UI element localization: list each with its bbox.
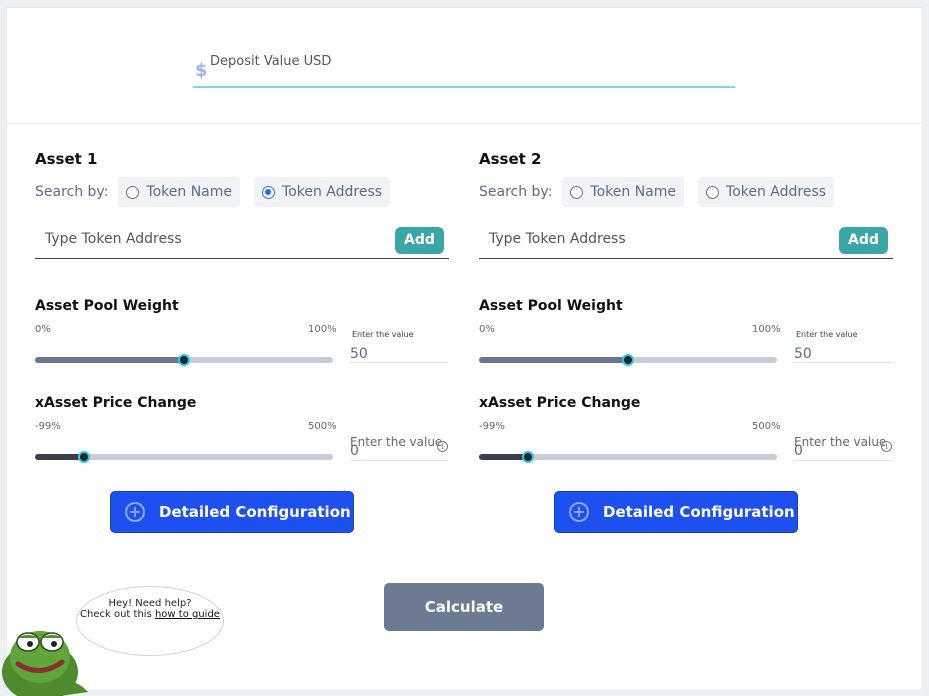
slider-handle[interactable] [178,354,190,366]
pool-weight-value[interactable]: 50 [350,346,368,362]
price-change-value-field[interactable]: Enter the value 0 i [794,433,892,461]
slider-max-label: 500% [308,421,337,432]
search-by-label: Search by: [479,184,553,200]
value-hint: Enter the value [796,330,858,339]
slider-max-label: 100% [308,324,337,335]
slider-max-label: 100% [752,324,781,335]
how-to-guide-link[interactable]: how to guide [155,609,220,620]
section-divider [6,123,923,124]
frog-mascot-icon[interactable] [0,612,95,696]
search-by-label: Search by: [35,184,109,200]
asset-title: Asset 1 [35,150,98,168]
radio-token-name[interactable]: Token Name [562,177,685,207]
radio-button[interactable] [570,185,584,199]
slider-min-label: 0% [479,324,495,335]
asset-2-panel: Asset 2 Search by: Token Name Token Addr… [479,140,899,540]
plus-circle-icon: + [569,502,589,522]
radio-button[interactable] [126,185,140,199]
radio-label: Token Address [726,184,827,200]
info-icon[interactable]: i [437,441,448,452]
token-address-field[interactable]: Type Token Address Add [35,224,449,259]
detail-button-label: Detailed Configuration [159,503,351,521]
slider-min-label: -99% [479,421,505,432]
token-address-field[interactable]: Type Token Address Add [479,224,893,259]
slider-fill [479,357,628,363]
slider-fill [35,454,84,460]
add-button[interactable]: Add [839,227,888,254]
calculate-button[interactable]: Calculate [384,583,544,631]
asset-1-panel: Asset 1 Search by: Token Name Token Addr… [35,140,455,540]
price-change-value[interactable]: 0 [794,443,803,459]
pool-weight-title: Asset Pool Weight [35,298,179,314]
deposit-field[interactable]: $ Deposit Value USD [193,50,735,88]
plus-circle-icon: + [125,502,145,522]
token-address-input[interactable]: Type Token Address [489,231,626,247]
radio-button[interactable] [706,185,720,199]
pool-weight-slider[interactable] [479,354,777,366]
asset-title: Asset 2 [479,150,542,168]
token-address-input[interactable]: Type Token Address [45,231,182,247]
pool-weight-value[interactable]: 50 [794,346,812,362]
radio-label: Token Name [590,184,677,200]
price-change-slider[interactable] [35,451,333,463]
pool-weight-slider[interactable] [35,354,333,366]
help-line2: Check out this how to guide [77,609,223,620]
price-change-value[interactable]: 0 [350,443,359,459]
radio-token-address[interactable]: Token Address [698,177,835,207]
slider-fill [479,454,528,460]
dollar-icon: $ [195,60,208,81]
radio-token-name[interactable]: Token Name [118,177,241,207]
slider-max-label: 500% [752,421,781,432]
detailed-configuration-button[interactable]: + Detailed Configuration [554,491,798,533]
detailed-configuration-button[interactable]: + Detailed Configuration [110,491,354,533]
slider-fill [35,357,184,363]
value-hint: Enter the value [350,435,443,449]
slider-handle[interactable] [78,451,90,463]
search-by-row: Search by: Token Name Token Address [35,177,404,207]
deposit-input[interactable]: Deposit Value USD [210,54,331,69]
add-button[interactable]: Add [395,227,444,254]
slider-handle[interactable] [622,354,634,366]
price-change-value-field[interactable]: Enter the value 0 i [350,433,448,461]
slider-handle[interactable] [522,451,534,463]
price-change-title: xAsset Price Change [35,395,197,411]
radio-label: Token Address [282,184,383,200]
pool-weight-value-field[interactable]: Enter the value 50 [794,328,892,363]
value-hint: Enter the value [352,330,414,339]
help-bubble: Hey! Need help? Check out this how to gu… [76,586,224,656]
slider-min-label: -99% [35,421,61,432]
help-line1: Hey! Need help? [108,598,192,609]
detail-button-label: Detailed Configuration [603,503,795,521]
pool-weight-value-field[interactable]: Enter the value 50 [350,328,448,363]
pool-weight-title: Asset Pool Weight [479,298,623,314]
price-change-slider[interactable] [479,451,777,463]
radio-button-checked[interactable] [262,185,276,199]
slider-min-label: 0% [35,324,51,335]
price-change-title: xAsset Price Change [479,395,641,411]
info-icon[interactable]: i [881,441,892,452]
radio-label: Token Name [146,184,233,200]
search-by-row: Search by: Token Name Token Address [479,177,848,207]
radio-token-address[interactable]: Token Address [254,177,391,207]
value-hint: Enter the value [794,435,887,449]
